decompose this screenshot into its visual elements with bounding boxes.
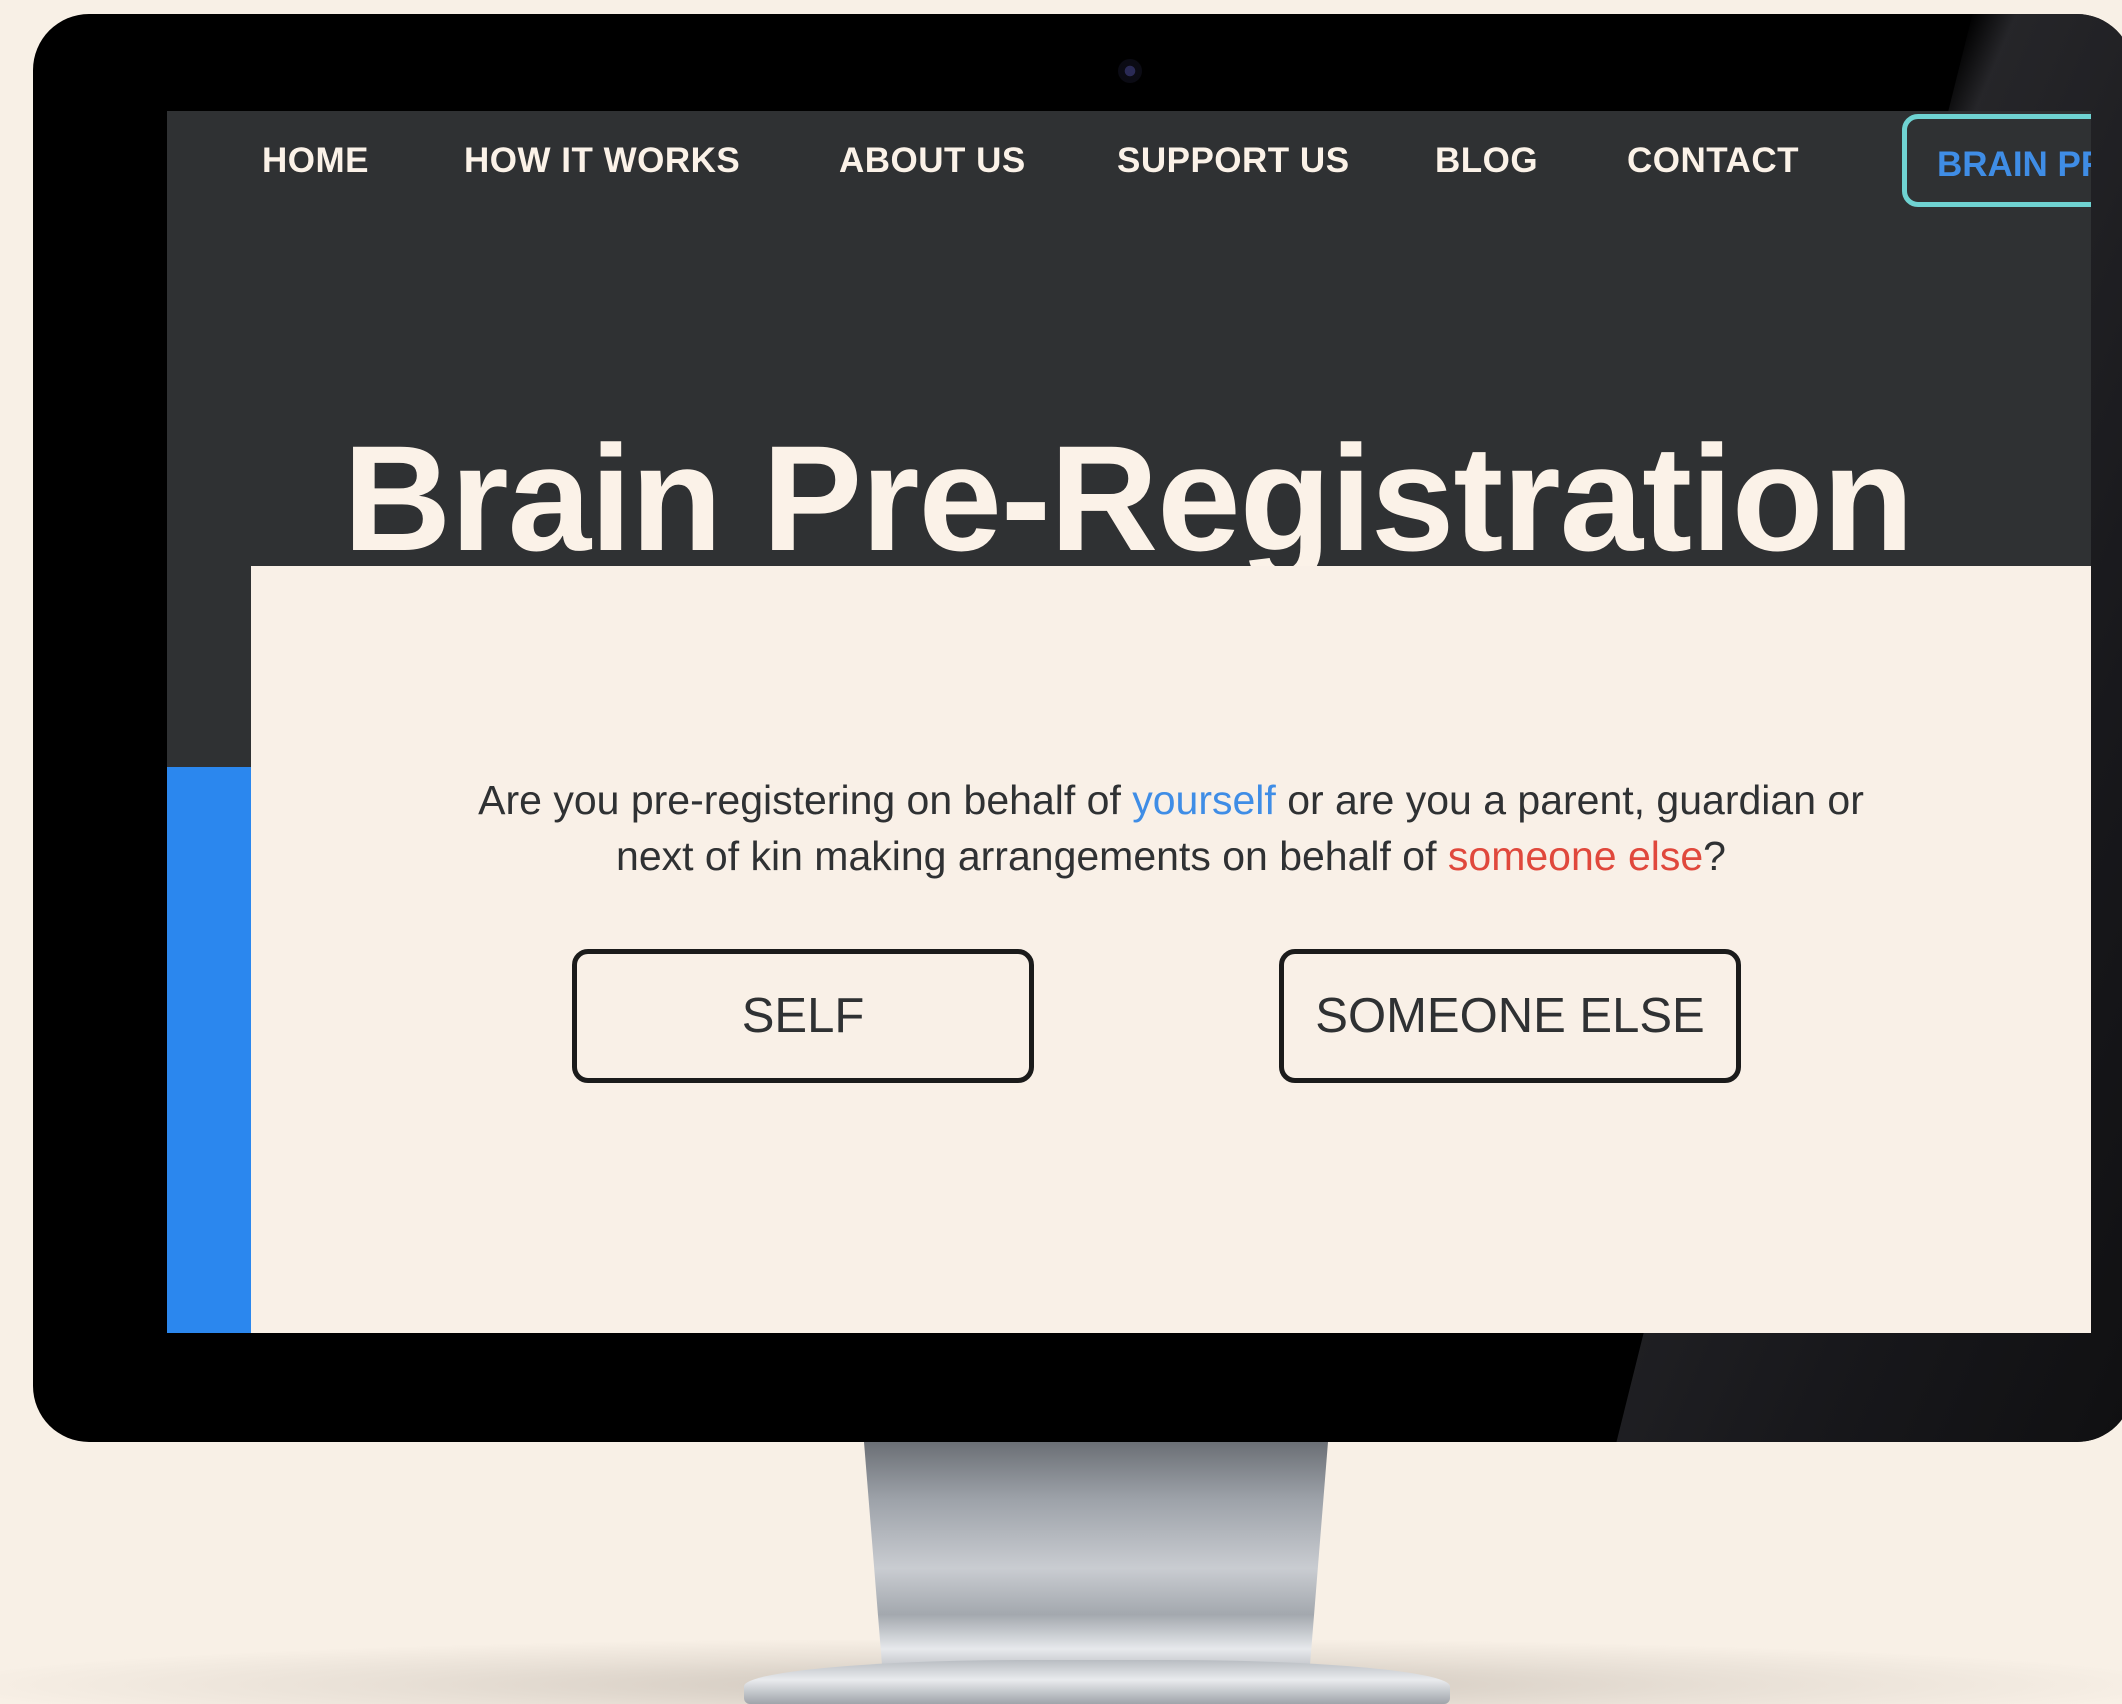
brain-pre-registration-label: BRAIN PR — [1937, 145, 2091, 184]
website-screen: HOME HOW IT WORKS ABOUT US SUPPORT US BL… — [167, 111, 2091, 1333]
question-highlight-yourself: yourself — [1132, 777, 1276, 823]
monitor-bezel: HOME HOW IT WORKS ABOUT US SUPPORT US BL… — [33, 14, 2122, 1442]
main-navigation: HOME HOW IT WORKS ABOUT US SUPPORT US BL… — [167, 111, 2091, 211]
brain-pre-registration-button[interactable]: BRAIN PR — [1902, 114, 2091, 207]
monitor-stand — [864, 1442, 1328, 1672]
nav-contact[interactable]: CONTACT — [1627, 141, 1799, 181]
nav-home[interactable]: HOME — [262, 141, 369, 181]
registration-question: Are you pre-registering on behalf of you… — [451, 772, 1891, 884]
webcam-icon — [1118, 59, 1142, 83]
nav-about-us[interactable]: ABOUT US — [839, 141, 1026, 181]
question-highlight-someone-else: someone else — [1447, 833, 1704, 879]
self-button[interactable]: SELF — [572, 949, 1034, 1083]
someone-else-button[interactable]: SOMEONE ELSE — [1279, 949, 1741, 1083]
nav-support-us[interactable]: SUPPORT US — [1117, 141, 1350, 181]
question-card: Are you pre-registering on behalf of you… — [251, 566, 2091, 1333]
side-accent-bar — [167, 767, 251, 1333]
nav-blog[interactable]: BLOG — [1435, 141, 1538, 181]
question-text-end: ? — [1703, 833, 1726, 879]
monitor-stand-base — [744, 1660, 1450, 1704]
page-title: Brain Pre-Registration — [343, 413, 1914, 582]
nav-how-it-works[interactable]: HOW IT WORKS — [464, 141, 740, 181]
question-text-start: Are you pre-registering on behalf of — [478, 777, 1133, 823]
